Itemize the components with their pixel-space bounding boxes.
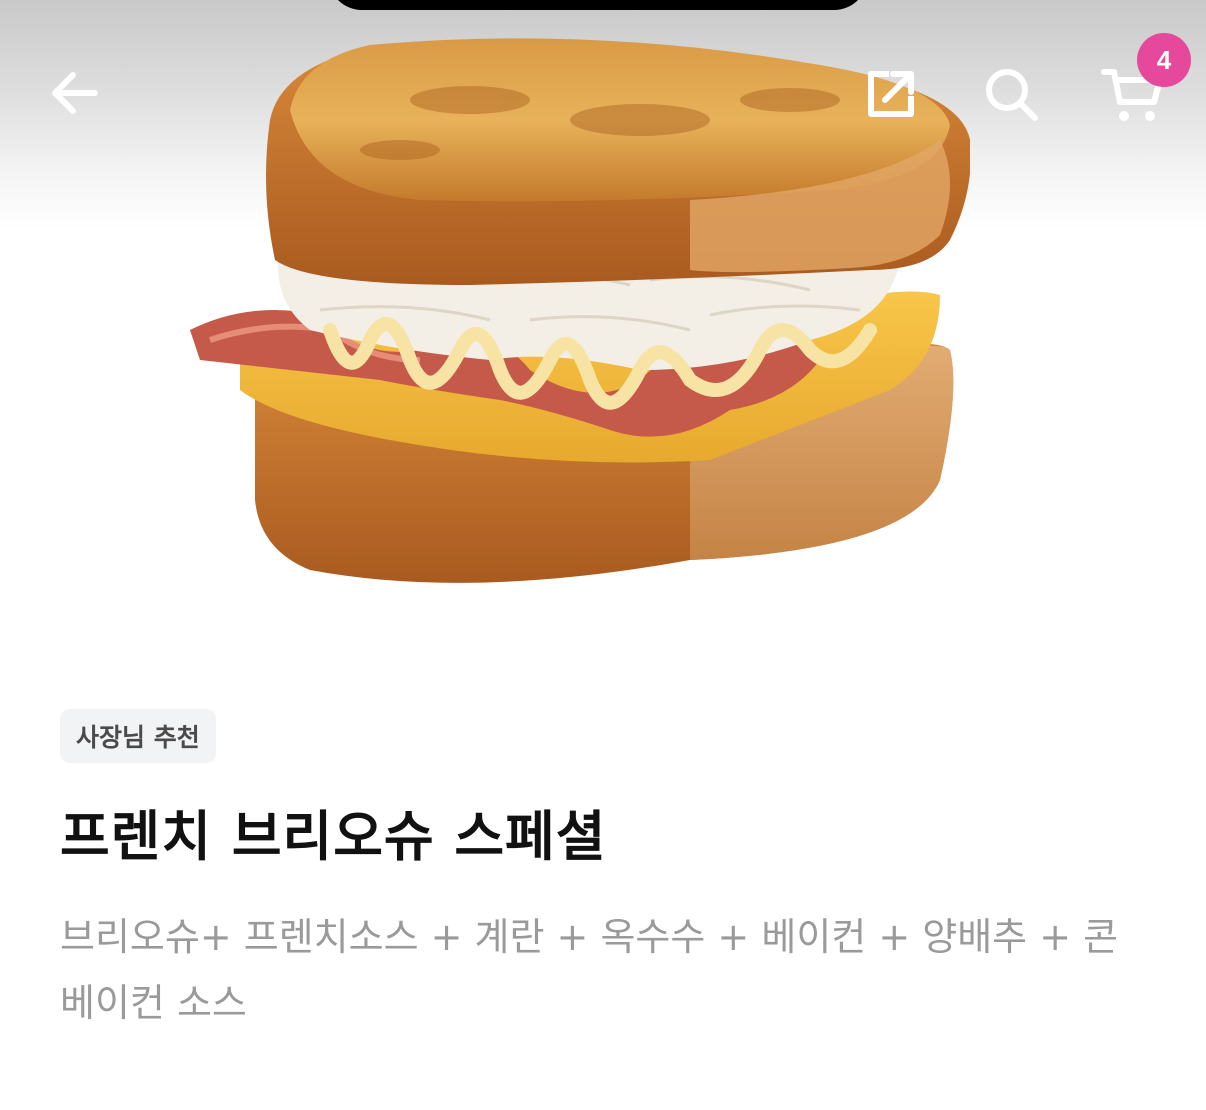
product-description: 브리오슈+ 프렌치소스 + 계란 + 옥수수 + 베이컨 + 양배추 + 콘베이…: [60, 915, 1119, 1025]
back-button[interactable]: [40, 58, 110, 128]
arrow-left-icon: [52, 72, 98, 114]
product-info: 사장님 추천 프렌치 브리오슈 스페셜 브리오슈+ 프렌치소스 + 계란 + 옥…: [0, 642, 1206, 1110]
sandwich-image: [190, 38, 970, 583]
device-notch: [328, 0, 868, 10]
share-icon: [868, 71, 914, 117]
share-button[interactable]: [855, 58, 927, 130]
product-name: 프렌치 브리오슈 스페셜: [60, 805, 607, 868]
search-button[interactable]: [975, 58, 1047, 130]
recommend-tag: 사장님 추천: [60, 709, 216, 763]
product-detail-screen: 4 사장님 추천 프렌치 브리오슈 스페셜 브리오슈+ 프렌치소스 + 계란 +…: [0, 0, 1206, 1110]
search-icon: [986, 69, 1038, 121]
cart-count-badge: 4: [1137, 33, 1191, 87]
